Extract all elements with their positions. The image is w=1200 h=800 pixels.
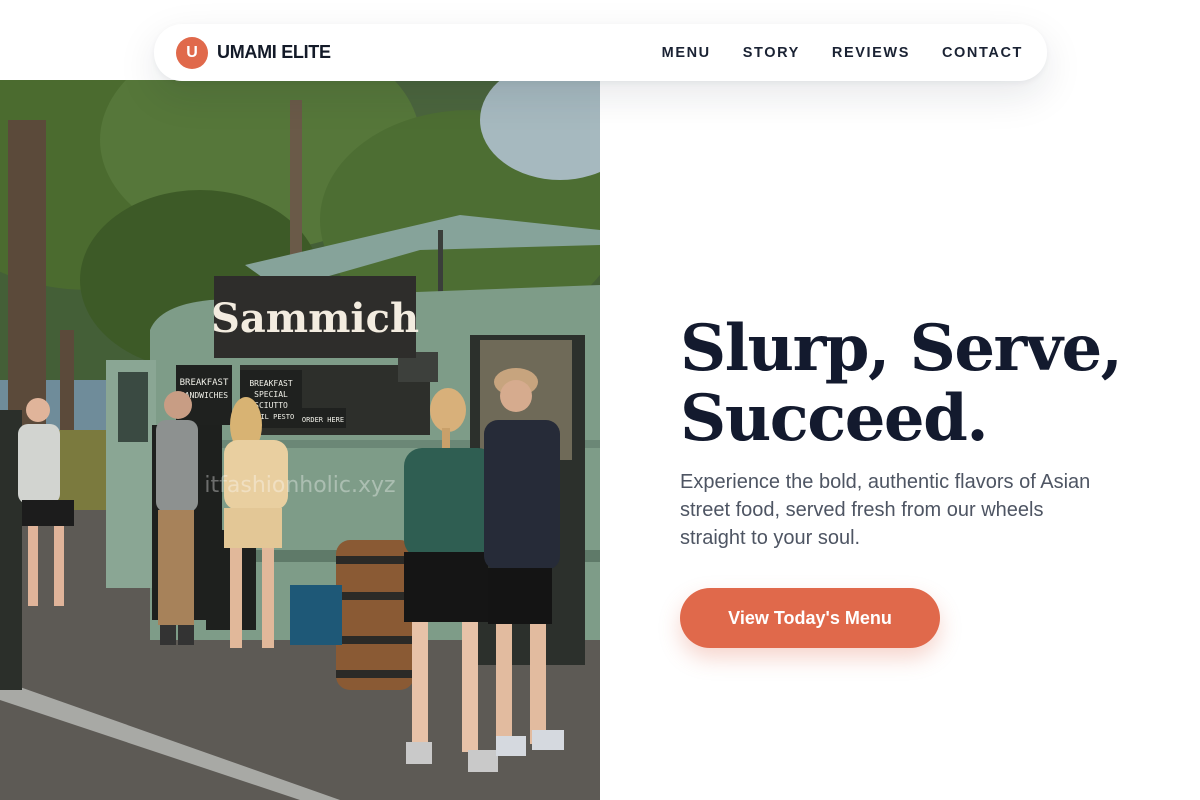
order-here-sign: ORDER HERE [302,416,344,424]
brand-logo-link[interactable]: U UMAMI ELITE [176,36,331,69]
brand-name: UMAMI ELITE [217,42,331,62]
hero-title-line-2: Succeed. [680,381,989,456]
hero-food-truck-image: Sammich BREAKFAST SANDWICHES BREAKFAST S… [0,80,600,800]
hero-subtitle: Experience the bold, authentic flavors o… [680,471,1091,549]
chalkboard-right-line2: SPECIAL [254,390,288,399]
landing-page: Sammich BREAKFAST SANDWICHES BREAKFAST S… [0,0,1200,800]
nav-links: MENU STORY REVIEWS CONTACT [662,45,1023,61]
truck-sign-text: Sammich [211,295,419,342]
image-watermark: itfashionholic.xyz [204,473,395,498]
top-navbar: U UMAMI ELITE MENU STORY REVIEWS CONTACT [154,24,1047,81]
food-truck-illustration: Sammich BREAKFAST SANDWICHES BREAKFAST S… [0,80,600,800]
chalkboard-right-line1: BREAKFAST [249,379,293,388]
nav-item-menu[interactable]: MENU [662,45,711,61]
chalkboard-left-line1: BREAKFAST [180,378,229,388]
hero-title: Slurp, Serve, Succeed. [680,314,1150,454]
view-menu-button[interactable]: View Today's Menu [680,588,940,648]
hero-title-line-1: Slurp, Serve, [680,311,1123,386]
nav-item-contact[interactable]: CONTACT [942,45,1023,61]
nav-item-reviews[interactable]: REVIEWS [832,45,910,61]
hero-content: Slurp, Serve, Succeed. Experience the bo… [680,314,1150,648]
chalkboard-right-line3: SCIUTTO [254,401,288,410]
brand-mark-icon: U [176,36,208,69]
nav-item-story[interactable]: STORY [743,45,800,61]
